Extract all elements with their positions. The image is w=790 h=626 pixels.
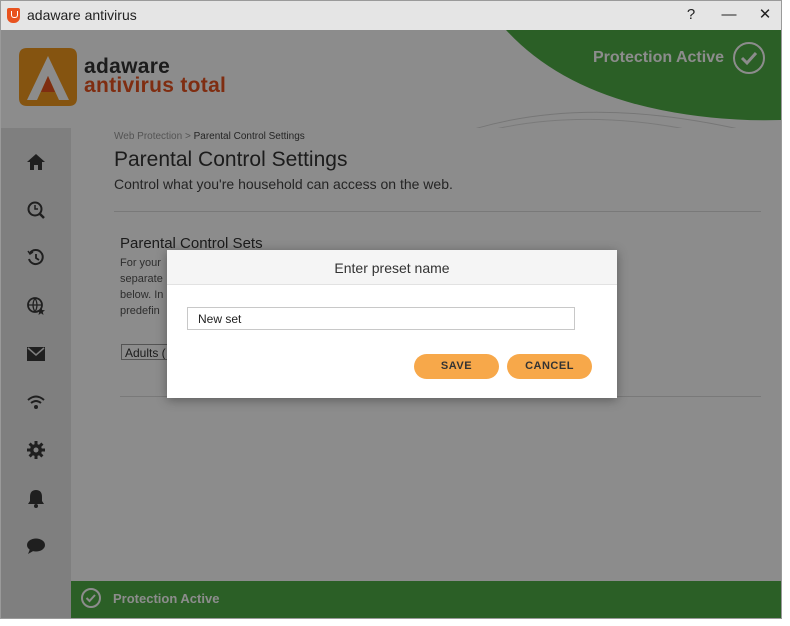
preset-name-dialog: Enter preset name SAVE CANCEL bbox=[167, 250, 617, 398]
save-button[interactable]: SAVE bbox=[414, 354, 499, 379]
minimize-button[interactable]: — bbox=[715, 5, 743, 25]
app-logo-icon bbox=[7, 8, 20, 23]
title-bar[interactable]: adaware antivirus ? — ✕ bbox=[1, 1, 781, 30]
window-title: adaware antivirus bbox=[27, 7, 137, 23]
dialog-title: Enter preset name bbox=[167, 250, 617, 285]
close-button[interactable]: ✕ bbox=[751, 5, 779, 25]
cancel-button[interactable]: CANCEL bbox=[507, 354, 592, 379]
preset-name-input[interactable] bbox=[187, 307, 575, 330]
app-window: adaware antivirus ? — ✕ adaware antiviru… bbox=[0, 0, 782, 619]
help-button[interactable]: ? bbox=[677, 5, 705, 25]
